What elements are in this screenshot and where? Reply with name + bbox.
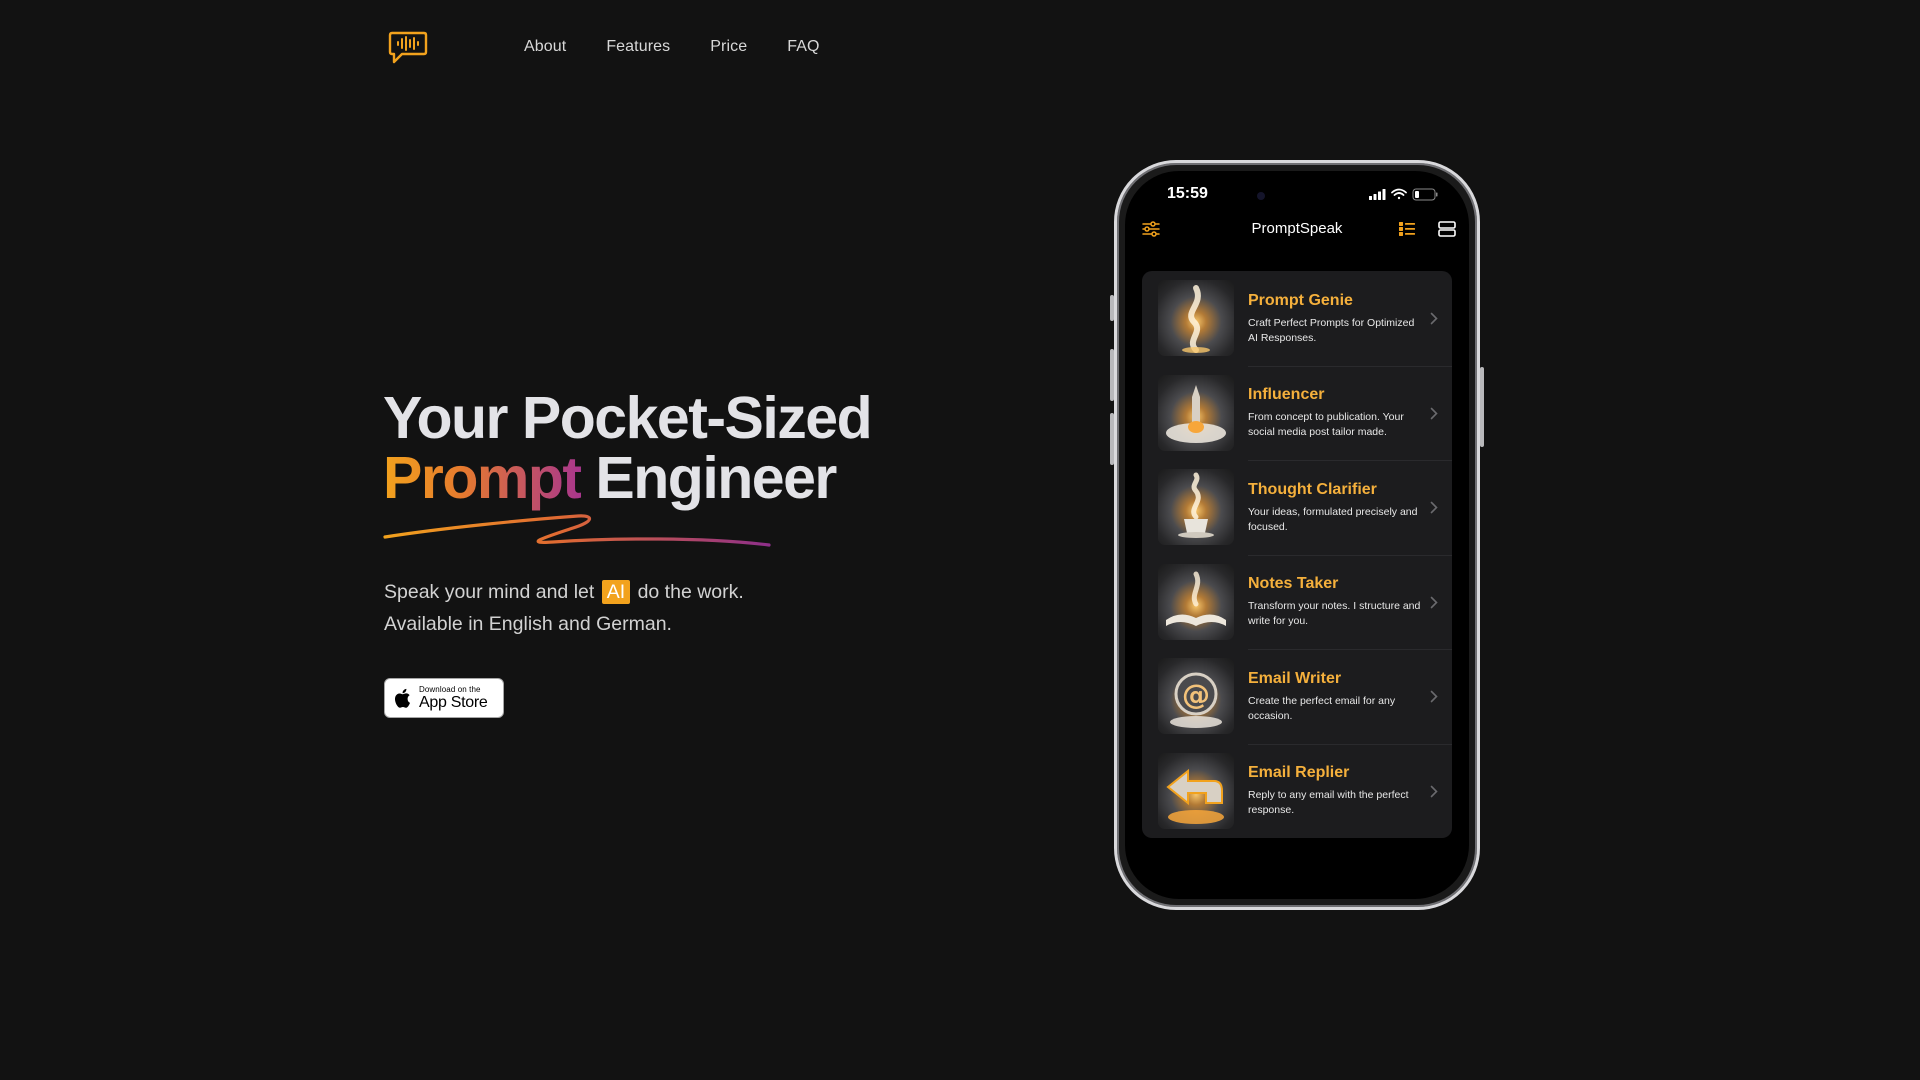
phone-volume-up	[1110, 349, 1114, 401]
battery-icon	[1412, 188, 1438, 201]
subtitle-text-3: Available in English and German.	[384, 613, 672, 635]
reply-arrow-icon	[1158, 752, 1234, 829]
list-item-email-writer[interactable]: @ Email Writer Create the perfect email …	[1142, 649, 1452, 744]
signal-icon	[1369, 189, 1386, 200]
app-store-big-text: App Store	[419, 694, 488, 711]
card-view-icon[interactable]	[1437, 219, 1457, 239]
app-title: PromptSpeak	[1251, 220, 1343, 237]
item-description: Craft Perfect Prompts for Optimized AI R…	[1248, 316, 1415, 344]
chevron-right-icon	[1430, 407, 1438, 419]
open-book-icon	[1158, 563, 1234, 640]
main-nav: About Features Price FAQ	[524, 38, 820, 56]
app-store-small-text: Download on the	[419, 685, 481, 694]
phone-screen: 15:59 PromptSpeak Prompt Genie Craft Per…	[1125, 171, 1469, 899]
chevron-right-icon	[1430, 690, 1438, 703]
speech-bubble-waveform-icon[interactable]	[388, 30, 428, 66]
app-top-bar: PromptSpeak	[1125, 211, 1469, 247]
subtitle-text-2: do the work.	[632, 581, 744, 603]
item-title: Influencer	[1248, 386, 1325, 404]
item-title: Notes Taker	[1248, 575, 1339, 593]
nav-faq-link[interactable]: FAQ	[787, 38, 819, 56]
hero-subtitle: Speak your mind and let AI do the work. …	[384, 576, 744, 640]
chevron-right-icon	[1430, 501, 1438, 514]
ai-badge: AI	[601, 580, 631, 604]
chevron-right-icon	[1430, 596, 1438, 608]
app-store-text: Download on the App Store	[419, 685, 488, 711]
list-item-thought-clarifier[interactable]: Thought Clarifier Your ideas, formulated…	[1142, 460, 1452, 555]
at-sign-icon: @	[1158, 658, 1234, 735]
rocket-launch-icon	[1158, 374, 1234, 451]
phone-volume-down	[1110, 413, 1114, 465]
wifi-icon	[1391, 188, 1407, 200]
app-store-button[interactable]: Download on the App Store	[384, 678, 504, 718]
hero-title-line2: Engineer	[580, 445, 837, 511]
item-description: Your ideas, formulated precisely and foc…	[1248, 505, 1418, 533]
list-item-prompt-genie[interactable]: Prompt Genie Craft Perfect Prompts for O…	[1142, 271, 1452, 366]
item-description: From concept to publication. Your social…	[1248, 411, 1404, 439]
list-item-notes-taker[interactable]: Notes Taker Transform your notes. I stru…	[1142, 554, 1452, 650]
apple-logo-icon	[395, 688, 410, 708]
list-item-email-replier[interactable]: Email Replier Reply to any email with th…	[1142, 743, 1452, 839]
chevron-right-icon	[1430, 785, 1438, 797]
status-icons	[1369, 188, 1438, 201]
camera-dot	[1257, 192, 1265, 200]
item-title: Email Replier	[1248, 764, 1350, 782]
genie-smoke-icon	[1158, 280, 1234, 357]
phone-side-button	[1110, 295, 1114, 321]
list-view-icon[interactable]	[1397, 219, 1417, 239]
hero-title-line1: Your Pocket-Sized	[383, 385, 873, 451]
nav-about-link[interactable]: About	[524, 38, 566, 56]
item-title: Thought Clarifier	[1248, 480, 1377, 498]
nav-features-link[interactable]: Features	[606, 38, 670, 56]
subtitle-text-1: Speak your mind and let	[384, 581, 600, 603]
phone-power-button	[1480, 367, 1484, 447]
nav-price-link[interactable]: Price	[710, 38, 747, 56]
item-title: Prompt Genie	[1248, 291, 1353, 309]
chevron-right-icon	[1430, 312, 1438, 325]
assistant-list: Prompt Genie Craft Perfect Prompts for O…	[1142, 271, 1452, 838]
svg-text:@: @	[1182, 678, 1210, 711]
item-description: Create the perfect email for any occasio…	[1248, 694, 1396, 722]
item-description: Transform your notes. I structure and wr…	[1248, 600, 1421, 628]
hero-title-highlight: Prompt	[383, 445, 582, 511]
hero-title: Your Pocket-Sized Prompt Engineer	[383, 385, 873, 511]
status-time: 15:59	[1167, 185, 1208, 202]
coffee-cup-steam-icon	[1158, 469, 1234, 546]
item-description: Reply to any email with the perfect resp…	[1248, 789, 1409, 817]
landing-page: About Features Price FAQ Your Pocket-Siz…	[0, 0, 1920, 1080]
phone-mockup: 15:59 PromptSpeak Prompt Genie Craft Per…	[1110, 160, 1484, 910]
item-title: Email Writer	[1248, 669, 1342, 687]
list-item-influencer[interactable]: Influencer From concept to publication. …	[1142, 365, 1452, 461]
underline-squiggle	[383, 514, 771, 547]
